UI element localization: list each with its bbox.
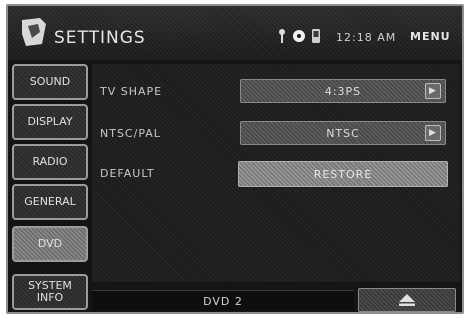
eject-icon xyxy=(399,294,415,306)
clock-display: 12:18 AM xyxy=(336,31,397,44)
sidebar-item-label-line2: INFO xyxy=(36,291,64,304)
restore-button-label: RESTORE xyxy=(313,167,373,181)
sidebar-item-sound[interactable]: SOUND xyxy=(12,64,88,100)
ntsc-pal-selector[interactable]: NTSC ▶ xyxy=(240,121,446,145)
disc-icon xyxy=(293,30,305,42)
antenna-icon xyxy=(279,29,285,43)
ntsc-pal-label: NTSC/PAL xyxy=(100,127,161,140)
tv-shape-label: TV SHAPE xyxy=(100,85,163,98)
sidebar-item-radio[interactable]: RADIO xyxy=(12,144,88,180)
sidebar-item-label: GENERAL xyxy=(24,194,76,208)
page-title: SETTINGS xyxy=(54,28,146,48)
header-bar: SETTINGS 12:18 AM MENU xyxy=(8,6,462,60)
tv-shape-selector[interactable]: 4:3PS ▶ xyxy=(240,79,446,103)
menu-button[interactable]: MENU xyxy=(410,30,451,43)
eject-button[interactable] xyxy=(358,288,456,312)
source-label: DVD 2 xyxy=(203,294,243,308)
head-unit-screen: SETTINGS 12:18 AM MENU SOUND DISPLAY RAD… xyxy=(6,4,464,314)
restore-button[interactable]: RESTORE xyxy=(238,161,448,187)
sidebar-item-dvd[interactable]: DVD xyxy=(12,226,88,262)
settings-panel: TV SHAPE 4:3PS ▶ NTSC/PAL NTSC ▶ DEFAULT… xyxy=(92,64,460,282)
sidebar-item-label: RADIO xyxy=(32,154,68,168)
ntsc-pal-value: NTSC xyxy=(326,126,360,140)
sidebar-item-label: DISPLAY xyxy=(27,114,73,128)
sidebar-item-label: SOUND xyxy=(29,74,71,88)
sidebar-item-general[interactable]: GENERAL xyxy=(12,184,88,220)
settings-logo-icon xyxy=(22,18,46,46)
sidebar-item-system-info[interactable]: SYSTEM INFO xyxy=(12,274,88,310)
sidebar-item-label: DVD xyxy=(37,236,63,250)
phone-icon xyxy=(312,29,320,43)
chevron-right-icon[interactable]: ▶ xyxy=(425,83,441,99)
tv-shape-value: 4:3PS xyxy=(324,84,362,98)
default-label: DEFAULT xyxy=(100,167,155,180)
footer-bar: DVD 2 xyxy=(92,286,460,312)
sidebar: SOUND DISPLAY RADIO GENERAL DVD SYSTEM I… xyxy=(8,62,90,312)
chevron-right-icon[interactable]: ▶ xyxy=(425,125,441,141)
source-indicator: DVD 2 xyxy=(92,290,354,311)
sidebar-item-display[interactable]: DISPLAY xyxy=(12,104,88,140)
